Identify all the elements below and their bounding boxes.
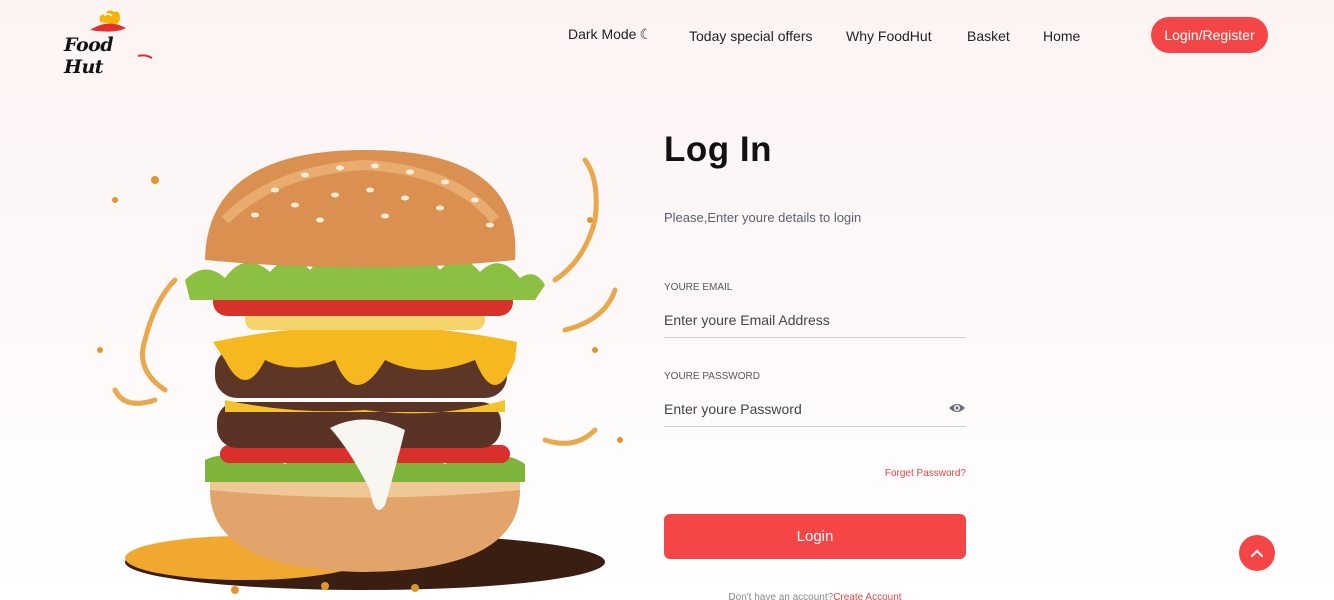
logo[interactable]: Food Hut (60, 8, 155, 78)
nav-why-foodhut[interactable]: Why FoodHut (846, 28, 932, 44)
create-account-link[interactable]: Create Account (833, 592, 901, 600)
page-title: Log In (664, 130, 772, 169)
login-register-button[interactable]: Login/Register (1151, 17, 1268, 53)
signup-prompt: Don't have an account?Create Account (664, 592, 966, 600)
nav-dark-mode[interactable]: Dark Mode ☾ (568, 26, 652, 43)
logo-swash-icon (138, 54, 152, 59)
password-field[interactable] (664, 391, 966, 427)
eye-icon[interactable] (948, 402, 966, 414)
burger-image (97, 150, 623, 594)
nav-home[interactable]: Home (1043, 28, 1080, 44)
forgot-password-link[interactable]: Forget Password? (885, 468, 966, 479)
password-label: YOURE PASSWORD (664, 371, 760, 382)
nav-basket[interactable]: Basket (967, 28, 1010, 44)
email-field[interactable] (664, 302, 966, 338)
nav-today-special-offers[interactable]: Today special offers (689, 28, 812, 44)
moon-icon: ☾ (639, 26, 653, 42)
email-label: YOURE EMAIL (664, 282, 733, 293)
nav-dark-mode-label: Dark Mode (568, 26, 637, 42)
scroll-top-button[interactable] (1239, 535, 1275, 571)
chef-hat-icon (90, 10, 126, 32)
form-subtitle: Please,Enter youre details to login (664, 210, 862, 225)
login-form: Log In Please,Enter youre details to log… (664, 130, 966, 600)
signup-prompt-text: Don't have an account? (728, 592, 834, 600)
chevron-up-icon (1251, 549, 1263, 557)
login-button[interactable]: Login (664, 514, 966, 559)
